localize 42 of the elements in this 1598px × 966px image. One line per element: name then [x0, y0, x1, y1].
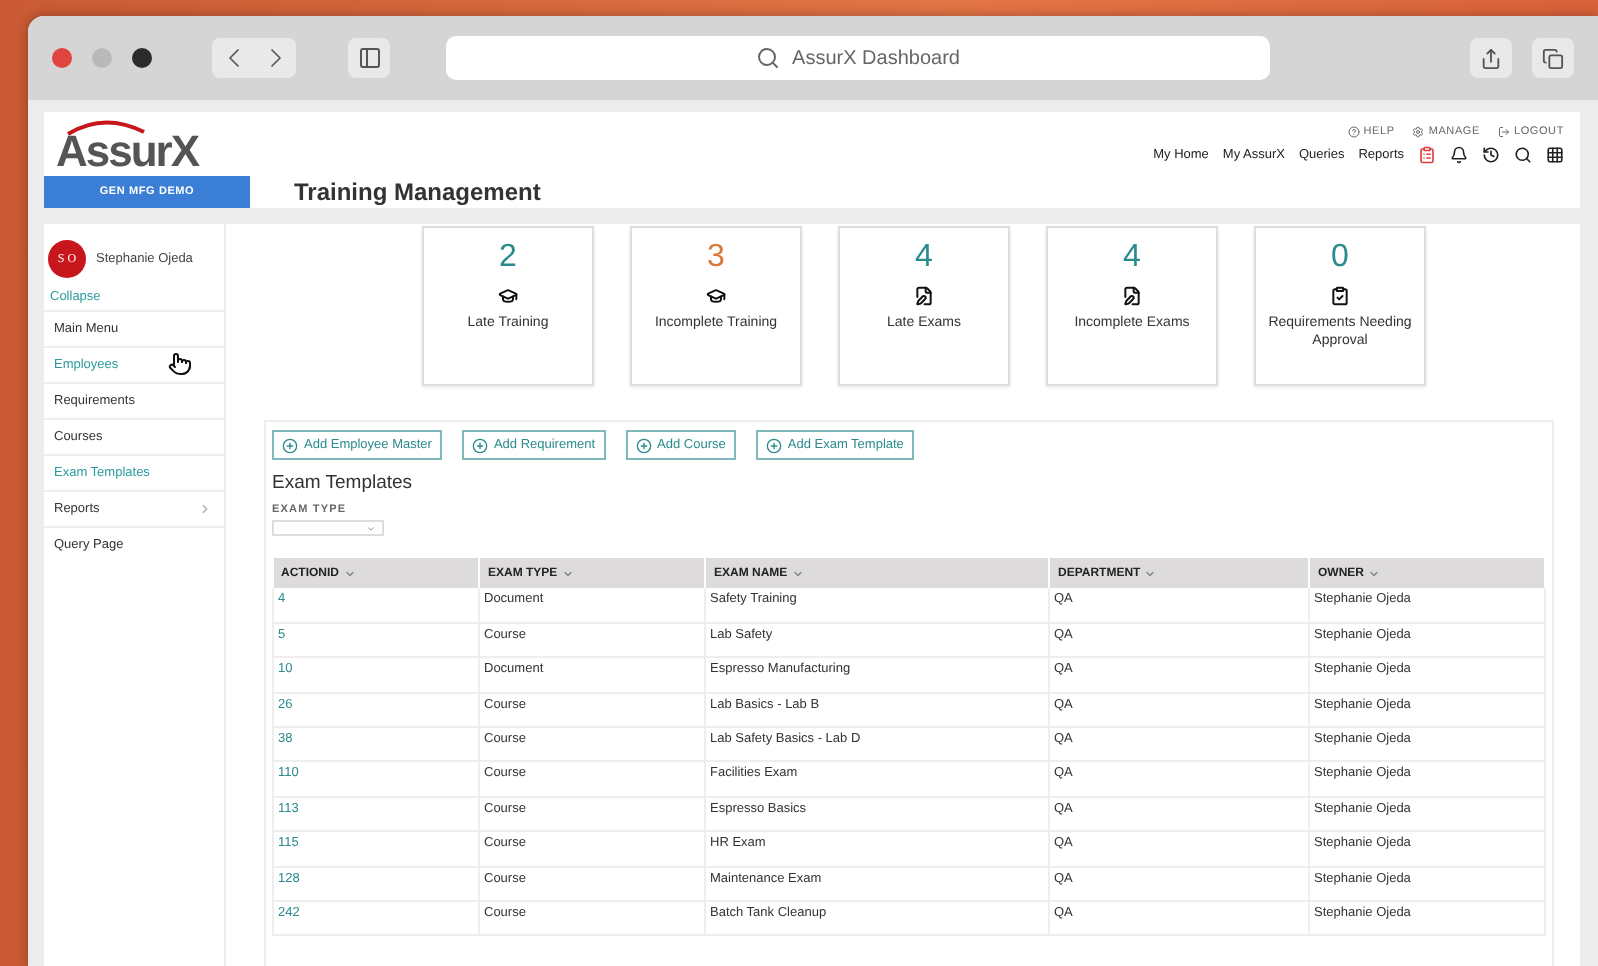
section-title: Exam Templates: [272, 472, 415, 494]
sort-caret-icon: [561, 567, 574, 579]
minimize-dot[interactable]: [92, 48, 112, 68]
card-count: 0: [1331, 240, 1349, 276]
card-count: 4: [1123, 240, 1141, 276]
tabs-icon: [1542, 47, 1564, 69]
clipboard-icon[interactable]: [1418, 145, 1436, 163]
clipboard-check-icon: [1330, 286, 1350, 306]
logout-icon: [1497, 125, 1510, 137]
address-bar[interactable]: AssurX Dashboard: [446, 36, 1270, 80]
search-icon: [756, 46, 781, 70]
sidebar-icon: [357, 46, 381, 70]
caret-icon: [366, 523, 376, 533]
pen-document-icon: [914, 286, 934, 306]
sort-caret-icon: [791, 567, 804, 579]
card-count: 4: [915, 240, 933, 276]
plus-circle-icon: [635, 437, 652, 453]
card-count: 3: [707, 240, 725, 276]
manage-icon: [1412, 125, 1425, 137]
share-icon: [1480, 47, 1502, 69]
tabs-button[interactable]: [1532, 38, 1574, 78]
apps-icon[interactable]: [1546, 145, 1564, 163]
sort-caret-icon: [1144, 567, 1157, 579]
graduation-cap-icon: [706, 286, 726, 306]
zoom-dot[interactable]: [132, 48, 152, 68]
search-icon[interactable]: [1514, 145, 1532, 163]
card-count: 2: [499, 240, 517, 276]
close-dot[interactable]: [52, 48, 72, 68]
share-button[interactable]: [1470, 38, 1512, 78]
help-icon: [1347, 125, 1360, 137]
assurx-logo: AssurX: [56, 112, 199, 176]
plus-circle-icon: [282, 437, 298, 453]
sort-caret-icon: [343, 567, 355, 579]
plus-circle-icon: [471, 437, 488, 453]
history-icon[interactable]: [1482, 145, 1500, 163]
sort-caret-icon: [1368, 567, 1380, 579]
plus-circle-icon: [765, 437, 782, 453]
sidebar-button[interactable]: [348, 38, 390, 78]
bell-icon[interactable]: [1450, 145, 1468, 163]
pen-document-icon: [1122, 286, 1142, 306]
graduation-cap-icon: [498, 286, 518, 306]
page-title: Training Management: [294, 178, 541, 206]
